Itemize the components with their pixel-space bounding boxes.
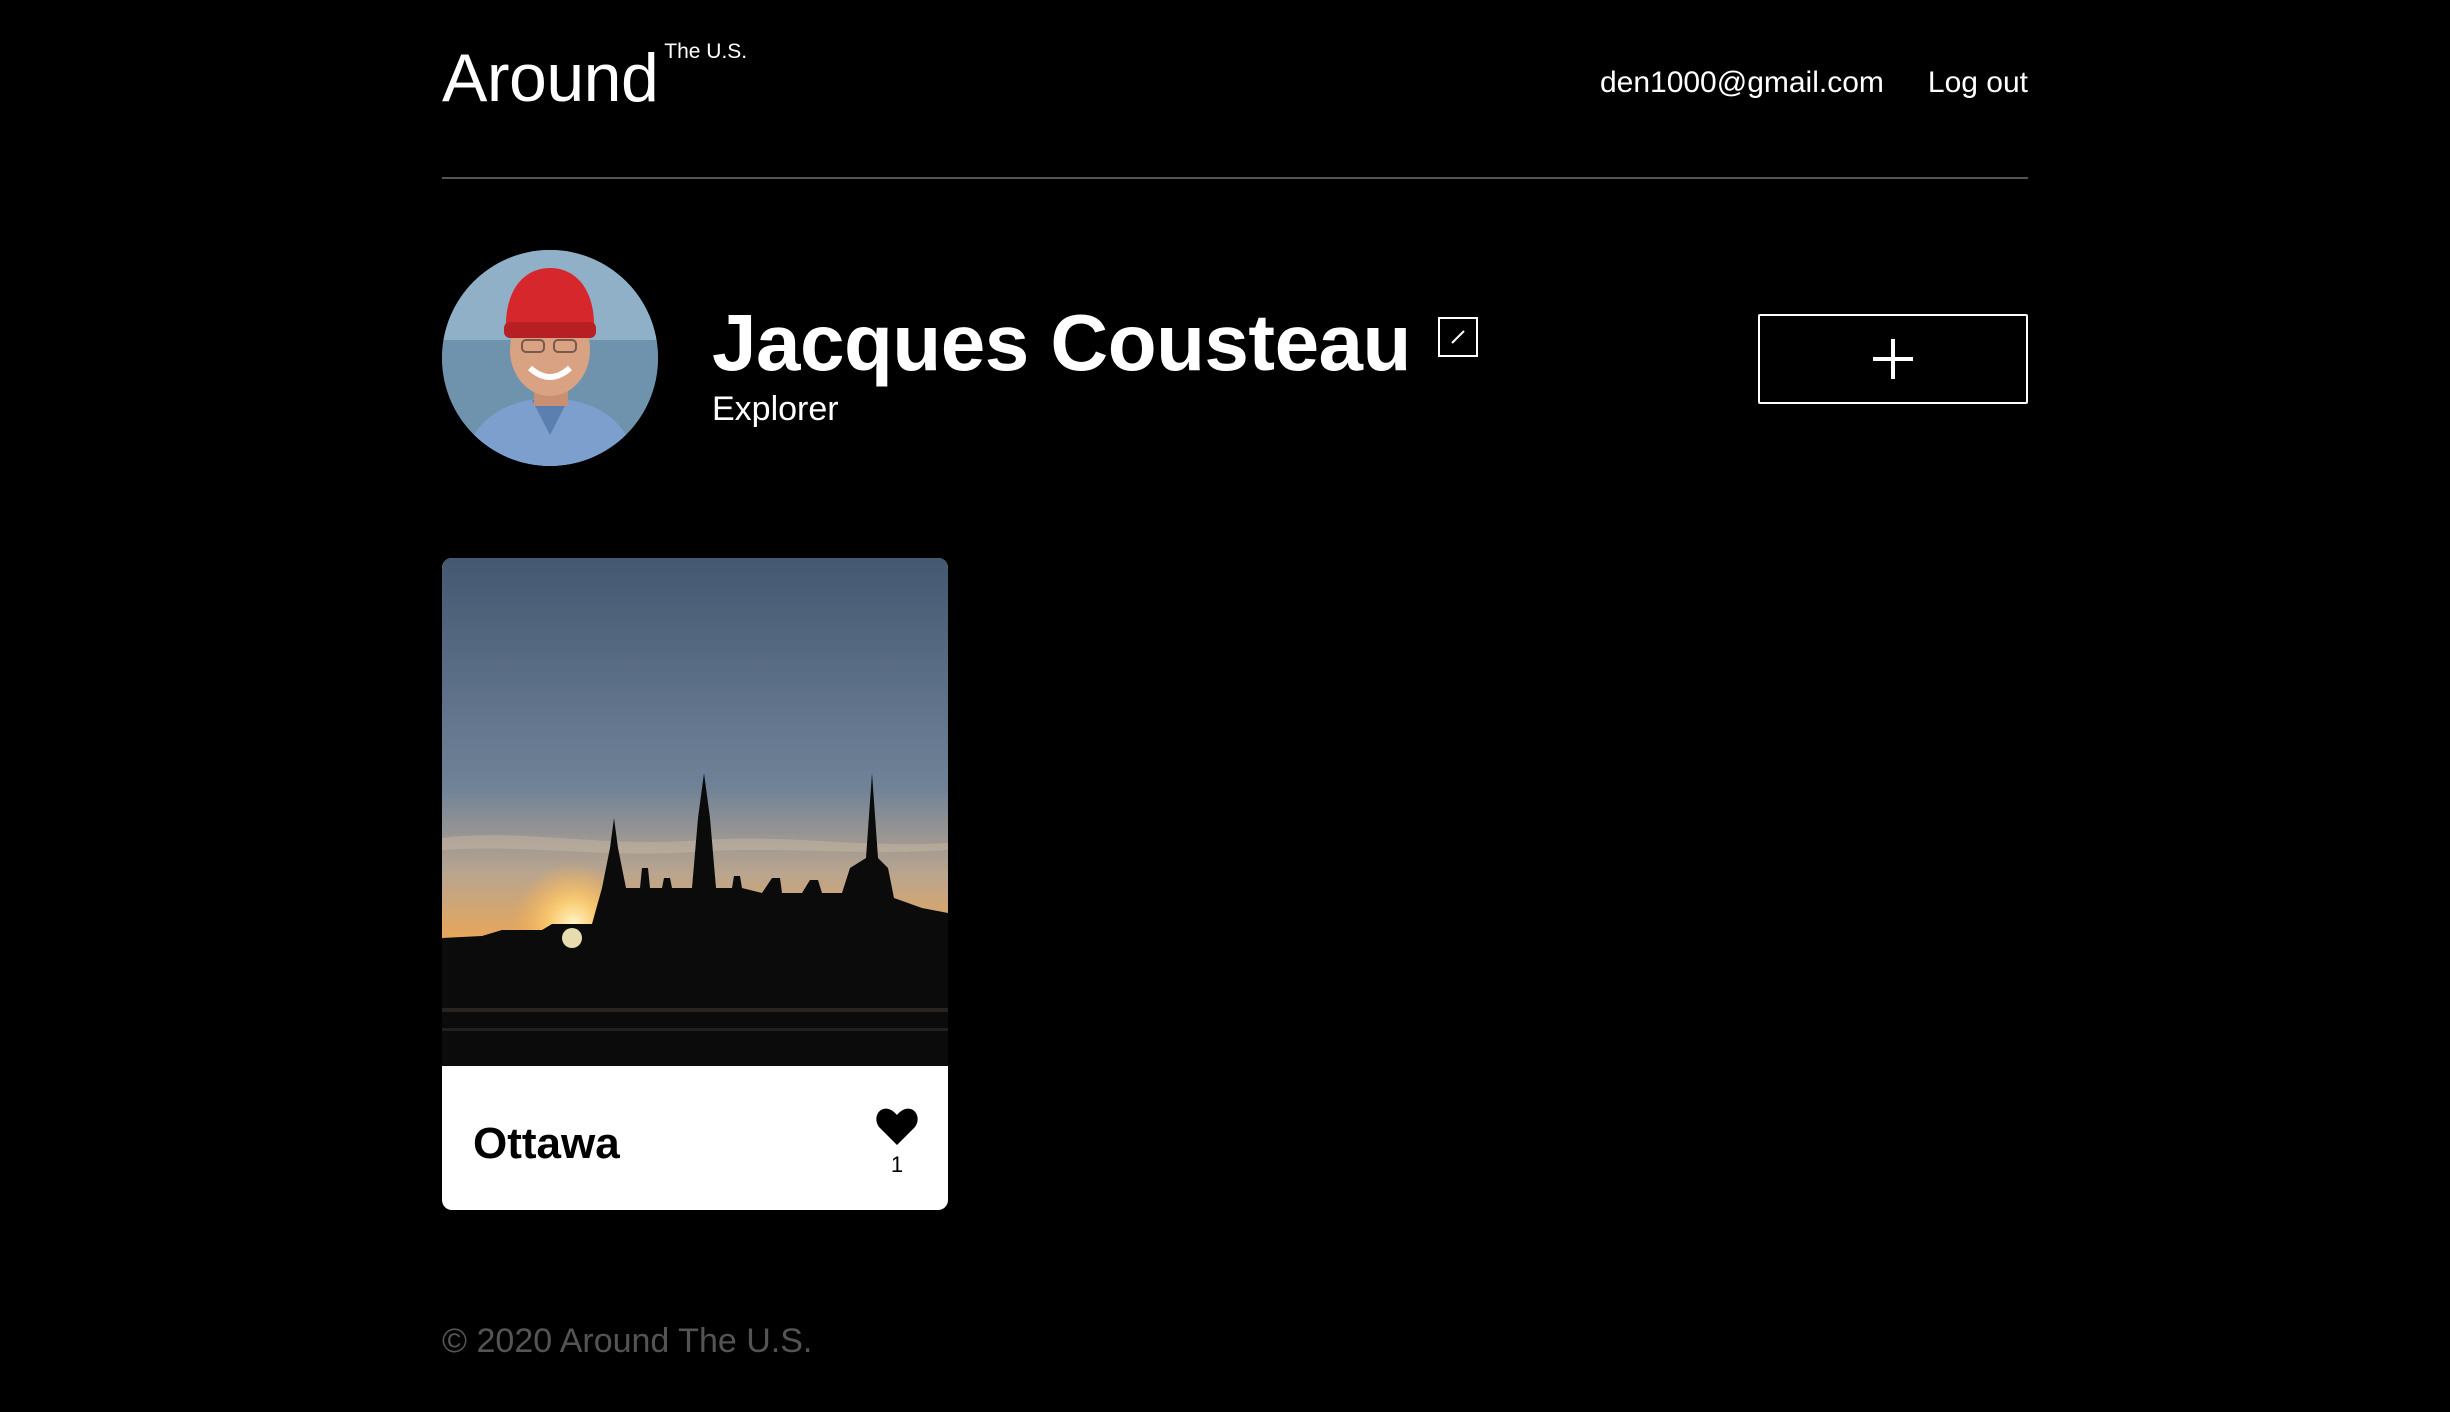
- logo-main-text: Around: [442, 40, 659, 116]
- plus-icon: [1873, 339, 1913, 379]
- card-image[interactable]: [442, 558, 948, 1066]
- page: Around The U.S. den1000@gmail.com Log ou…: [0, 0, 2450, 1412]
- pencil-icon: [1451, 330, 1465, 344]
- header-nav: den1000@gmail.com Log out: [1600, 66, 2028, 100]
- user-email[interactable]: den1000@gmail.com: [1600, 66, 1884, 100]
- logo-superscript: The U.S.: [664, 40, 748, 63]
- logout-link[interactable]: Log out: [1928, 66, 2028, 100]
- heart-icon: [876, 1108, 918, 1145]
- like-count: 1: [890, 1152, 904, 1177]
- profile-about: Explorer: [712, 390, 839, 428]
- avatar[interactable]: [442, 250, 658, 466]
- like-button[interactable]: [876, 1108, 918, 1146]
- avatar-photo: [442, 250, 658, 466]
- site-header: Around The U.S. den1000@gmail.com Log ou…: [442, 0, 2028, 179]
- footer-copyright: © 2020 Around The U.S.: [442, 1322, 813, 1360]
- edit-profile-button[interactable]: [1438, 317, 1478, 357]
- profile: Jacques Cousteau Explorer: [442, 250, 2028, 466]
- add-card-button[interactable]: [1758, 314, 2028, 404]
- logo: Around The U.S.: [442, 36, 747, 120]
- profile-name: Jacques Cousteau: [712, 298, 1411, 387]
- ottawa-skyline-image: [442, 558, 948, 1066]
- card-caption: Ottawa 1: [442, 1066, 948, 1210]
- card: Ottawa 1: [442, 558, 948, 1210]
- card-title: Ottawa: [473, 1119, 620, 1168]
